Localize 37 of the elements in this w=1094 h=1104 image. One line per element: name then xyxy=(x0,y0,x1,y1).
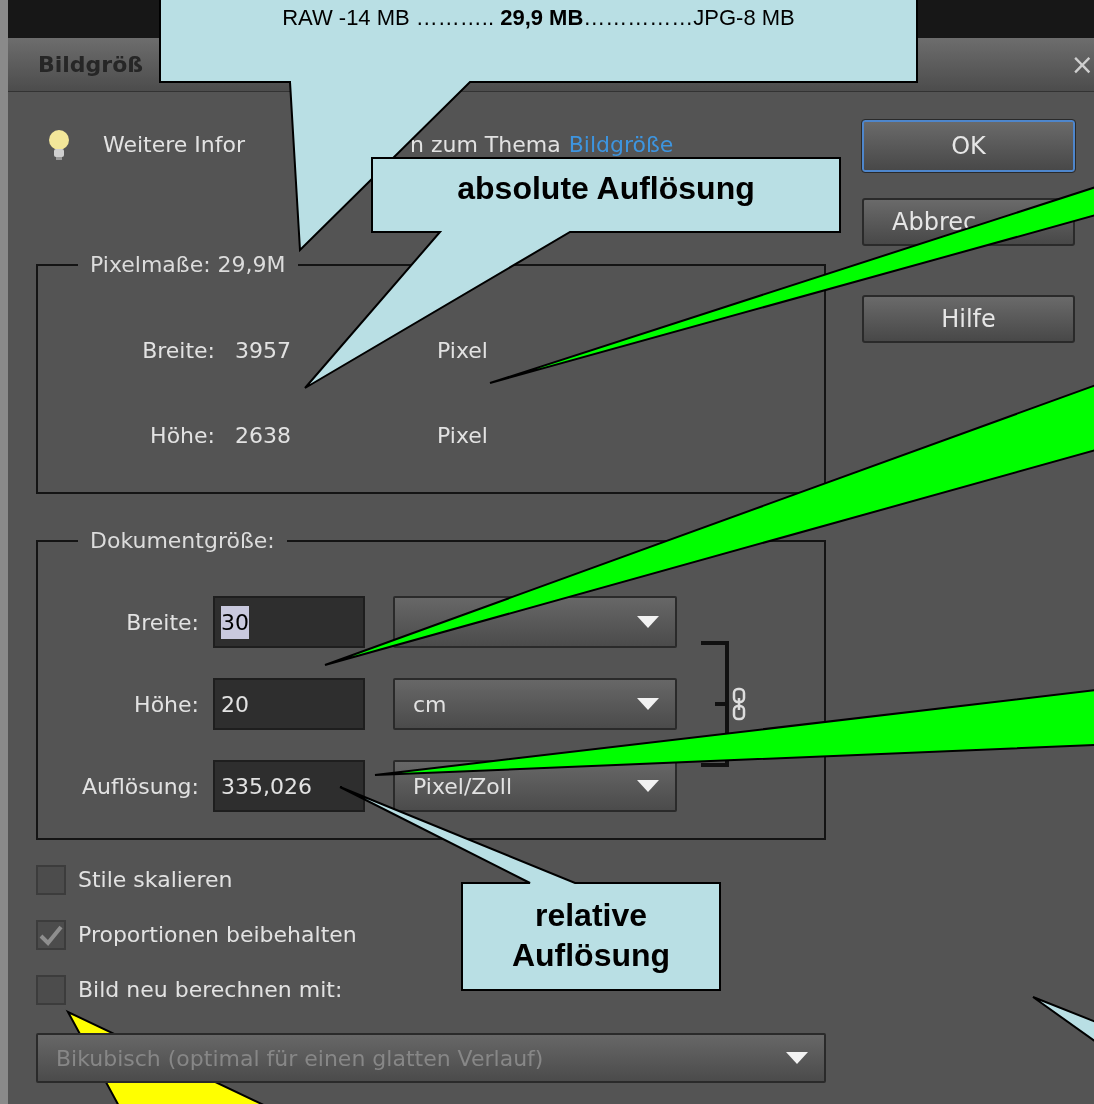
input-field[interactable]: 20 xyxy=(213,678,365,730)
field-label: Höhe: xyxy=(134,690,199,719)
input-field[interactable]: 30 xyxy=(213,596,365,648)
dialog-button[interactable]: Hilfe xyxy=(862,295,1075,343)
lightbulb-icon xyxy=(48,128,70,161)
group-label: Dokumentgröße: xyxy=(89,530,276,552)
checkbox-label: Bild neu berechnen mit: xyxy=(78,976,343,1004)
info-text: Weitere Infor xyxy=(103,131,246,159)
input-field[interactable]: 335,026 xyxy=(213,760,365,812)
info-text: n zum Thema xyxy=(410,131,561,159)
caret-icon xyxy=(637,698,659,710)
caret-icon xyxy=(637,616,659,628)
chain-link-icon xyxy=(731,687,747,721)
caret-icon xyxy=(637,780,659,792)
checkbox[interactable] xyxy=(36,864,66,895)
group-label: Pixelmaße: 29,9M xyxy=(89,254,287,276)
field-value: 2638 xyxy=(235,422,292,450)
checkbox-label: Proportionen beibehalten xyxy=(78,921,357,949)
callout-text: RAW -14 MB ……….. 29,9 MB……………JPG-8 MB xyxy=(281,4,796,32)
checkbox[interactable] xyxy=(36,919,66,950)
field-label: Auflösung: xyxy=(81,772,199,801)
field-label: Höhe: xyxy=(150,422,215,450)
window-title: Bildgröß xyxy=(38,51,144,79)
callout-text: absolute Auflösung xyxy=(456,169,756,208)
checkbox-label: Stile skalieren xyxy=(78,866,233,894)
unit-label: Pixel xyxy=(437,422,489,450)
field-label: Breite: xyxy=(142,337,215,365)
field-label: Breite: xyxy=(126,608,199,637)
callout-text: relative Auflösung xyxy=(510,896,672,975)
dropdown[interactable]: cm xyxy=(393,678,677,730)
close-button[interactable]: × xyxy=(1070,43,1094,86)
unit-label: Pixel xyxy=(437,337,489,365)
callout-tail xyxy=(1032,996,1094,1044)
dialog-button[interactable]: OK xyxy=(862,120,1075,172)
field-value: 3957 xyxy=(235,337,292,365)
caret-icon xyxy=(786,1052,808,1064)
checkbox[interactable] xyxy=(36,974,66,1005)
